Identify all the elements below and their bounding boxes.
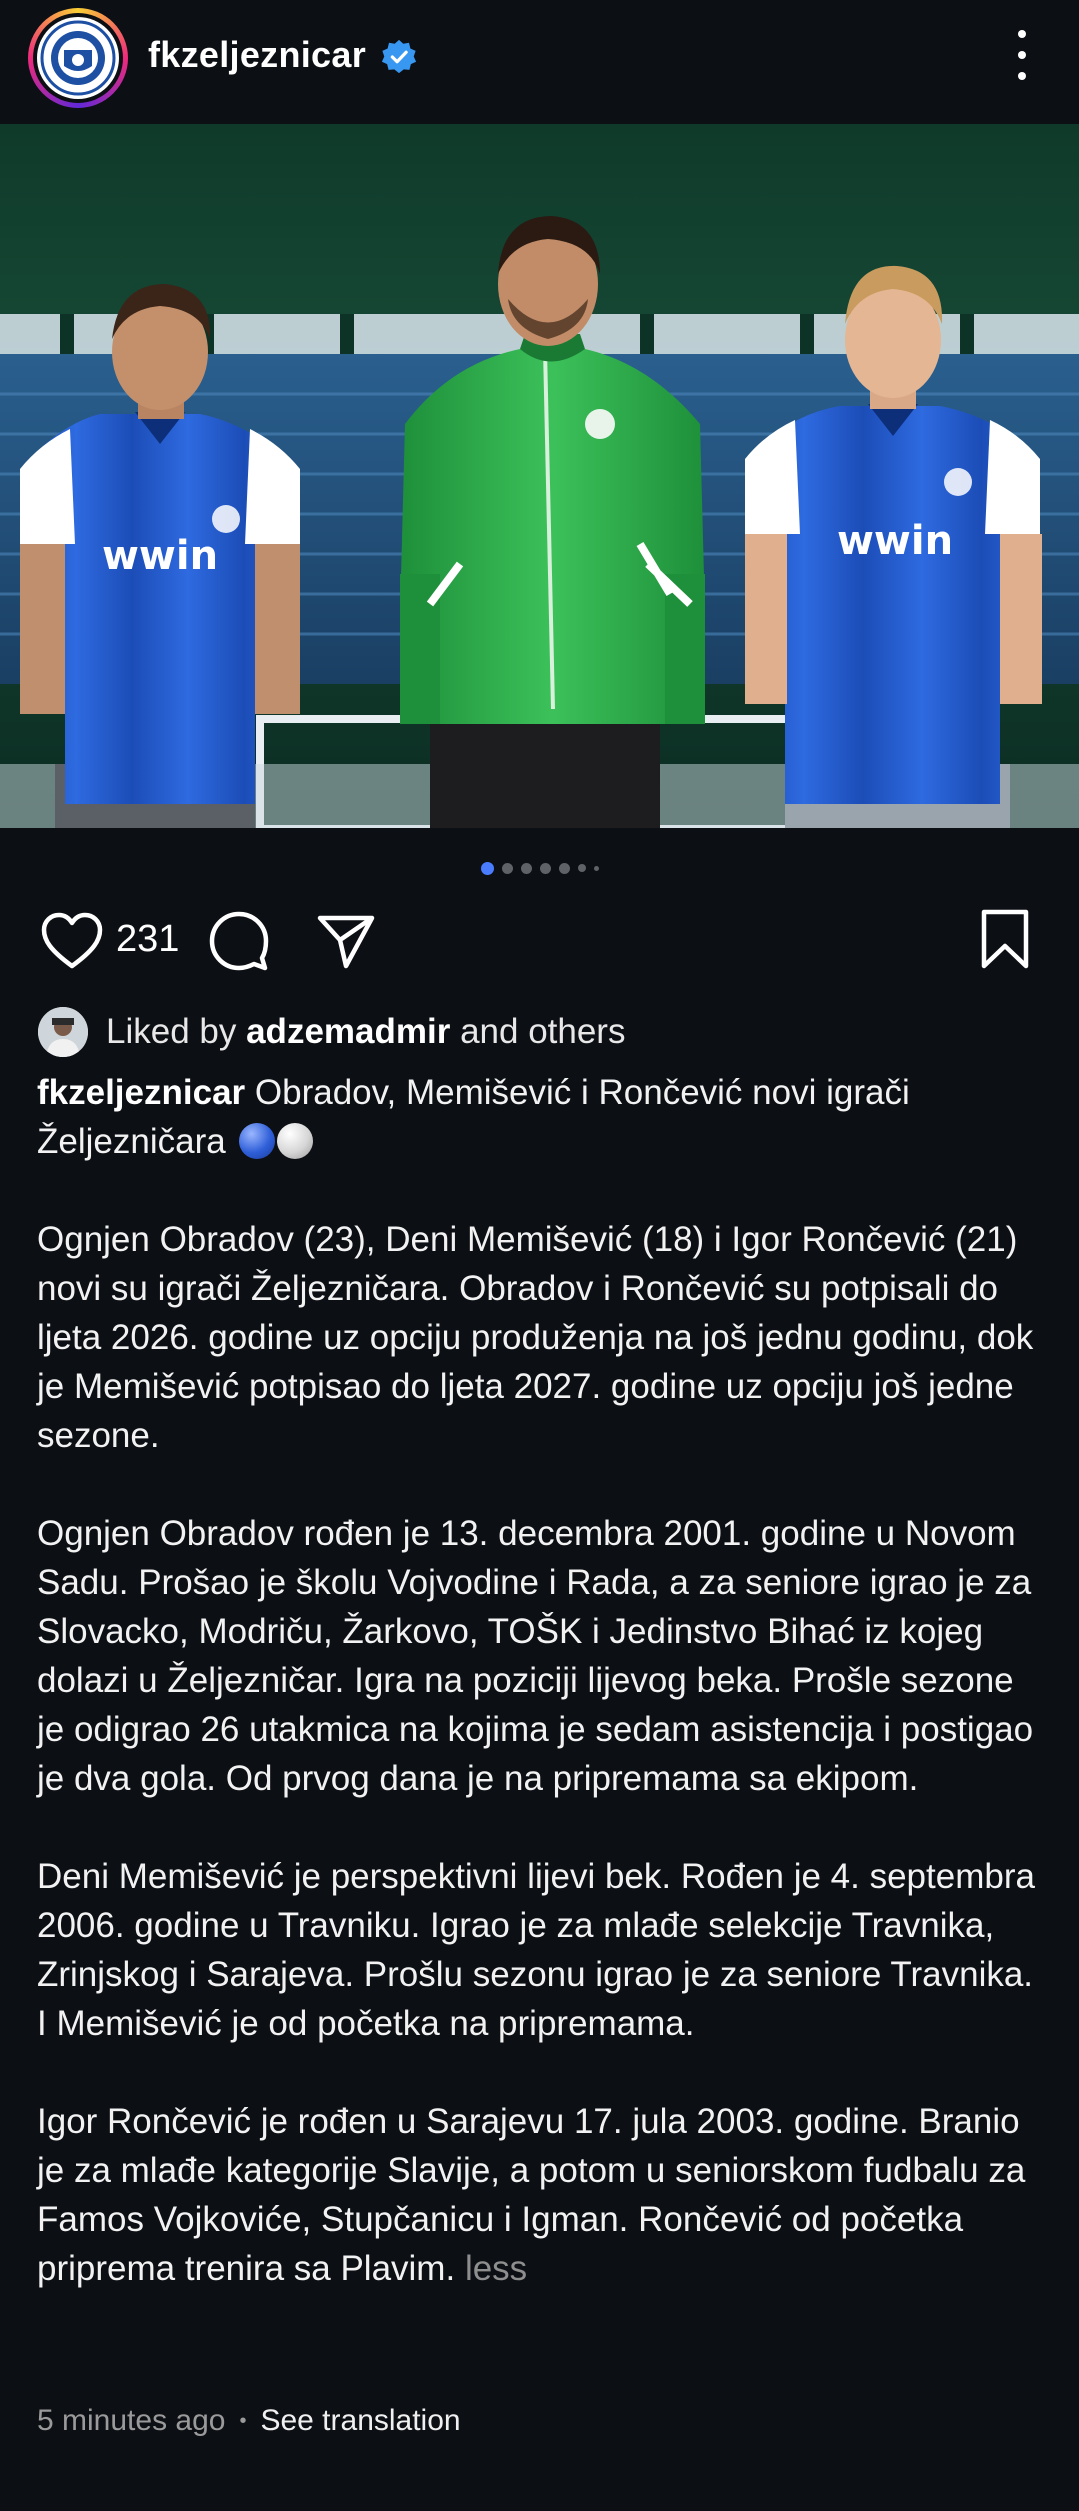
less-link[interactable]: less <box>465 2249 527 2288</box>
bookmark-icon[interactable] <box>978 908 1032 970</box>
carousel-dot <box>520 862 532 874</box>
carousel-dot <box>501 862 513 874</box>
svg-text:wwin: wwin <box>837 518 953 564</box>
comment-icon[interactable] <box>208 910 270 972</box>
heart-icon[interactable] <box>40 912 104 970</box>
carousel-indicator <box>0 858 1079 878</box>
post-image[interactable]: wwin wwin <box>0 124 1079 828</box>
instagram-post-view: fkzeljeznicar wwin wwin 231 Liked by adz… <box>0 0 1079 2511</box>
carousel-dot <box>593 865 599 871</box>
see-translation-link[interactable]: See translation <box>260 2404 460 2438</box>
post-header: fkzeljeznicar <box>0 0 1079 120</box>
more-options-icon[interactable] <box>1004 30 1040 80</box>
caption-paragraph: Deni Memišević je perspektivni lijevi be… <box>37 1857 1035 2043</box>
post-caption: fkzeljeznicar Obradov, Memišević i Ronče… <box>37 1068 1047 2342</box>
carousel-dot <box>577 864 586 872</box>
profile-avatar[interactable] <box>28 8 128 108</box>
white-circle-emoji <box>277 1123 314 1159</box>
share-icon[interactable] <box>316 912 376 970</box>
blue-circle-emoji <box>239 1123 276 1159</box>
post-meta: 5 minutes ago • See translation <box>37 2404 461 2438</box>
caption-username[interactable]: fkzeljeznicar <box>37 1073 245 1112</box>
meta-separator: • <box>239 2409 247 2432</box>
liked-by-user[interactable]: adzemadmir <box>246 1012 450 1051</box>
players-photo: wwin wwin <box>0 124 1079 828</box>
caption-headline: fkzeljeznicar Obradov, Memišević i Ronče… <box>37 1073 910 1161</box>
liked-by-text: Liked by adzemadmir and others <box>106 1012 626 1051</box>
svg-text:wwin: wwin <box>102 533 218 579</box>
action-bar: 231 <box>0 900 1079 980</box>
verified-badge-icon <box>381 39 417 74</box>
carousel-dot <box>539 862 551 874</box>
caption-paragraph: Ognjen Obradov rođen je 13. decembra 200… <box>37 1514 1034 1798</box>
club-crest-logo <box>37 17 119 99</box>
caption-paragraph-last: Igor Rončević je rođen u Sarajevu 17. ju… <box>37 2102 1026 2288</box>
caption-paragraph: Ognjen Obradov (23), Deni Memišević (18)… <box>37 1220 1034 1455</box>
carousel-dot-active <box>480 861 494 875</box>
liked-by-row[interactable]: Liked by adzemadmir and others <box>38 1002 1038 1062</box>
liker-avatar[interactable] <box>38 1007 88 1057</box>
like-count[interactable]: 231 <box>116 918 179 961</box>
post-username[interactable]: fkzeljeznicar <box>148 34 366 76</box>
carousel-dot <box>558 862 570 874</box>
post-timestamp: 5 minutes ago <box>37 2404 226 2437</box>
